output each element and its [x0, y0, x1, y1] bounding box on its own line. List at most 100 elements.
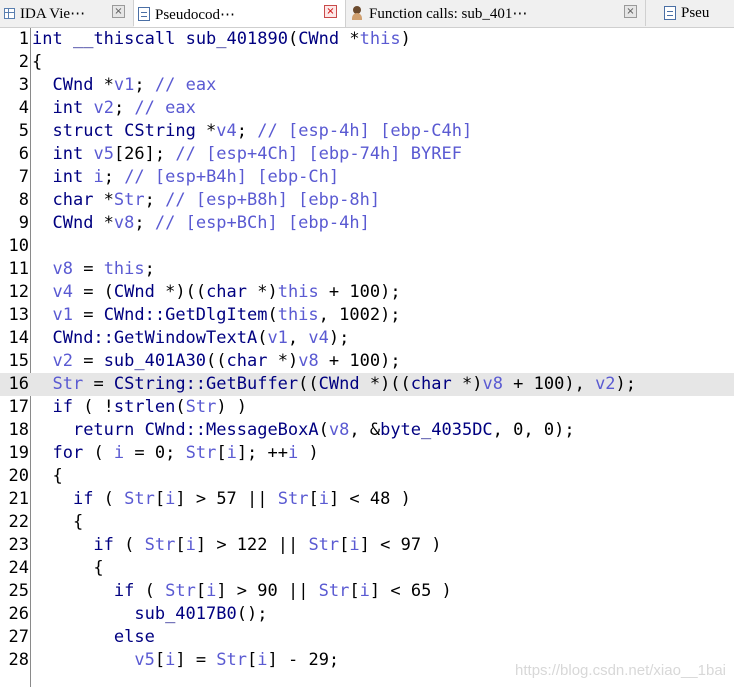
- line-number: 28: [8, 650, 29, 670]
- code-line[interactable]: 18 return CWnd::MessageBoxA(v8, &byte_40…: [0, 419, 734, 442]
- code-text: v2 = sub_401A30((char *)v8 + 100);: [52, 351, 401, 371]
- tab-function-calls[interactable]: Function calls: sub_401⋯ ×: [346, 0, 646, 26]
- code-line[interactable]: 4 int v2; // eax: [0, 97, 734, 120]
- code-line[interactable]: 22 {: [0, 511, 734, 534]
- code-text: for ( i = 0; Str[i]; ++i ): [52, 443, 319, 463]
- code-text: int i; // [esp+B4h] [ebp-Ch]: [52, 167, 340, 187]
- line-number: 10: [8, 236, 29, 256]
- code-line[interactable]: 5 struct CString *v4; // [esp-4h] [ebp-C…: [0, 120, 734, 143]
- code-text: Str = CString::GetBuffer((CWnd *)((char …: [52, 374, 637, 394]
- code-text: else: [113, 627, 155, 647]
- code-text: if ( !strlen(Str) ): [52, 397, 248, 417]
- tab-ida-view[interactable]: IDA Vie⋯ ×: [0, 0, 134, 26]
- line-number: 3: [18, 75, 29, 95]
- tab-label: Pseu: [681, 4, 710, 21]
- grid-icon: [4, 7, 15, 19]
- tab-bar: IDA Vie⋯ × Pseudocod⋯ × Function calls: …: [0, 0, 734, 28]
- code-text: v5[i] = Str[i] - 29;: [134, 650, 340, 670]
- code-line[interactable]: 9 CWnd *v8; // [esp+BCh] [ebp-4h]: [0, 212, 734, 235]
- code-text: if ( Str[i] > 122 || Str[i] < 97 ): [93, 535, 442, 555]
- code-text: CWnd *v8; // [esp+BCh] [ebp-4h]: [52, 213, 370, 233]
- line-number: 16: [8, 374, 29, 394]
- code-line[interactable]: 11 v8 = this;: [0, 258, 734, 281]
- document-icon: [664, 6, 676, 20]
- code-line[interactable]: 26 sub_4017B0();: [0, 603, 734, 626]
- line-number: 13: [8, 305, 29, 325]
- code-line[interactable]: 8 char *Str; // [esp+B8h] [ebp-8h]: [0, 189, 734, 212]
- code-text: if ( Str[i] > 57 || Str[i] < 48 ): [72, 489, 411, 509]
- line-number: 5: [18, 121, 29, 141]
- tab-label: Function calls: sub_401⋯: [369, 5, 528, 22]
- line-number: 2: [18, 52, 29, 72]
- tab-label: Pseudocod⋯: [155, 6, 235, 23]
- code-line[interactable]: 27 else: [0, 626, 734, 649]
- code-line[interactable]: 6 int v5[26]; // [esp+4Ch] [ebp-74h] BYR…: [0, 143, 734, 166]
- line-number: 19: [8, 443, 29, 463]
- line-number: 1: [18, 29, 29, 49]
- code-line[interactable]: 19 for ( i = 0; Str[i]; ++i ): [0, 442, 734, 465]
- line-number: 15: [8, 351, 29, 371]
- line-number: 21: [8, 489, 29, 509]
- line-number: 7: [18, 167, 29, 187]
- code-line[interactable]: 1 int __thiscall sub_401890(CWnd *this): [0, 28, 734, 51]
- code-text: CWnd *v1; // eax: [52, 75, 217, 95]
- line-number: 11: [8, 259, 29, 279]
- line-number: 26: [8, 604, 29, 624]
- code-text: v8 = this;: [52, 259, 155, 279]
- tab-label: IDA Vie⋯: [20, 5, 86, 22]
- code-text: char *Str; // [esp+B8h] [ebp-8h]: [52, 190, 381, 210]
- watermark: https://blog.csdn.net/xiao__1bai: [515, 662, 726, 679]
- code-text: {: [32, 52, 43, 72]
- code-line[interactable]: 12 v4 = (CWnd *)((char *)this + 100);: [0, 281, 734, 304]
- pseudocode-editor[interactable]: 1 int __thiscall sub_401890(CWnd *this) 2{…: [0, 28, 734, 687]
- close-icon[interactable]: ×: [624, 5, 637, 18]
- line-number: 6: [18, 144, 29, 164]
- code-text: v4 = (CWnd *)((char *)this + 100);: [52, 282, 401, 302]
- code-line[interactable]: 7 int i; // [esp+B4h] [ebp-Ch]: [0, 166, 734, 189]
- line-number: 4: [18, 98, 29, 118]
- code-line[interactable]: 25 if ( Str[i] > 90 || Str[i] < 65 ): [0, 580, 734, 603]
- code-line[interactable]: 15 v2 = sub_401A30((char *)v8 + 100);: [0, 350, 734, 373]
- code-line[interactable]: 24 {: [0, 557, 734, 580]
- line-number: 24: [8, 558, 29, 578]
- code-text: return CWnd::MessageBoxA(v8, &byte_4035D…: [72, 420, 575, 440]
- code-text: int v2; // eax: [52, 98, 196, 118]
- code-text: int __thiscall sub_401890(CWnd *this): [32, 29, 411, 49]
- code-text: {: [32, 558, 104, 578]
- code-text: CWnd::GetWindowTextA(v1, v4);: [52, 328, 350, 348]
- line-number: 25: [8, 581, 29, 601]
- line-number: 8: [18, 190, 29, 210]
- tab-pseudocode-2[interactable]: Pseu: [660, 0, 734, 26]
- line-number: 12: [8, 282, 29, 302]
- code-line[interactable]: 20 {: [0, 465, 734, 488]
- close-icon[interactable]: ×: [324, 5, 337, 18]
- code-line[interactable]: 13 v1 = CWnd::GetDlgItem(this, 1002);: [0, 304, 734, 327]
- line-number: 9: [18, 213, 29, 233]
- code-line[interactable]: 21 if ( Str[i] > 57 || Str[i] < 48 ): [0, 488, 734, 511]
- code-text: if ( Str[i] > 90 || Str[i] < 65 ): [113, 581, 452, 601]
- code-text: sub_4017B0();: [134, 604, 268, 624]
- code-line[interactable]: 14 CWnd::GetWindowTextA(v1, v4);: [0, 327, 734, 350]
- code-text: {: [32, 512, 84, 532]
- line-number: 22: [8, 512, 29, 532]
- line-number: 17: [8, 397, 29, 417]
- code-text: {: [32, 466, 63, 486]
- function-calls-icon: [350, 6, 364, 20]
- code-text: v1 = CWnd::GetDlgItem(this, 1002);: [52, 305, 401, 325]
- close-icon[interactable]: ×: [112, 5, 125, 18]
- line-number: 27: [8, 627, 29, 647]
- code-line[interactable]: 23 if ( Str[i] > 122 || Str[i] < 97 ): [0, 534, 734, 557]
- line-number: 23: [8, 535, 29, 555]
- document-icon: [138, 7, 150, 21]
- code-line[interactable]: 2{: [0, 51, 734, 74]
- tab-pseudocode[interactable]: Pseudocod⋯ ×: [134, 0, 346, 27]
- code-text: int v5[26]; // [esp+4Ch] [ebp-74h] BYREF: [52, 144, 462, 164]
- line-number: 20: [8, 466, 29, 486]
- code-text: struct CString *v4; // [esp-4h] [ebp-C4h…: [52, 121, 473, 141]
- code-line[interactable]: 3 CWnd *v1; // eax: [0, 74, 734, 97]
- code-line[interactable]: 16 Str = CString::GetBuffer((CWnd *)((ch…: [0, 373, 734, 396]
- code-line[interactable]: 17 if ( !strlen(Str) ): [0, 396, 734, 419]
- line-number: 18: [8, 420, 29, 440]
- line-number: 14: [8, 328, 29, 348]
- code-line[interactable]: 10: [0, 235, 734, 258]
